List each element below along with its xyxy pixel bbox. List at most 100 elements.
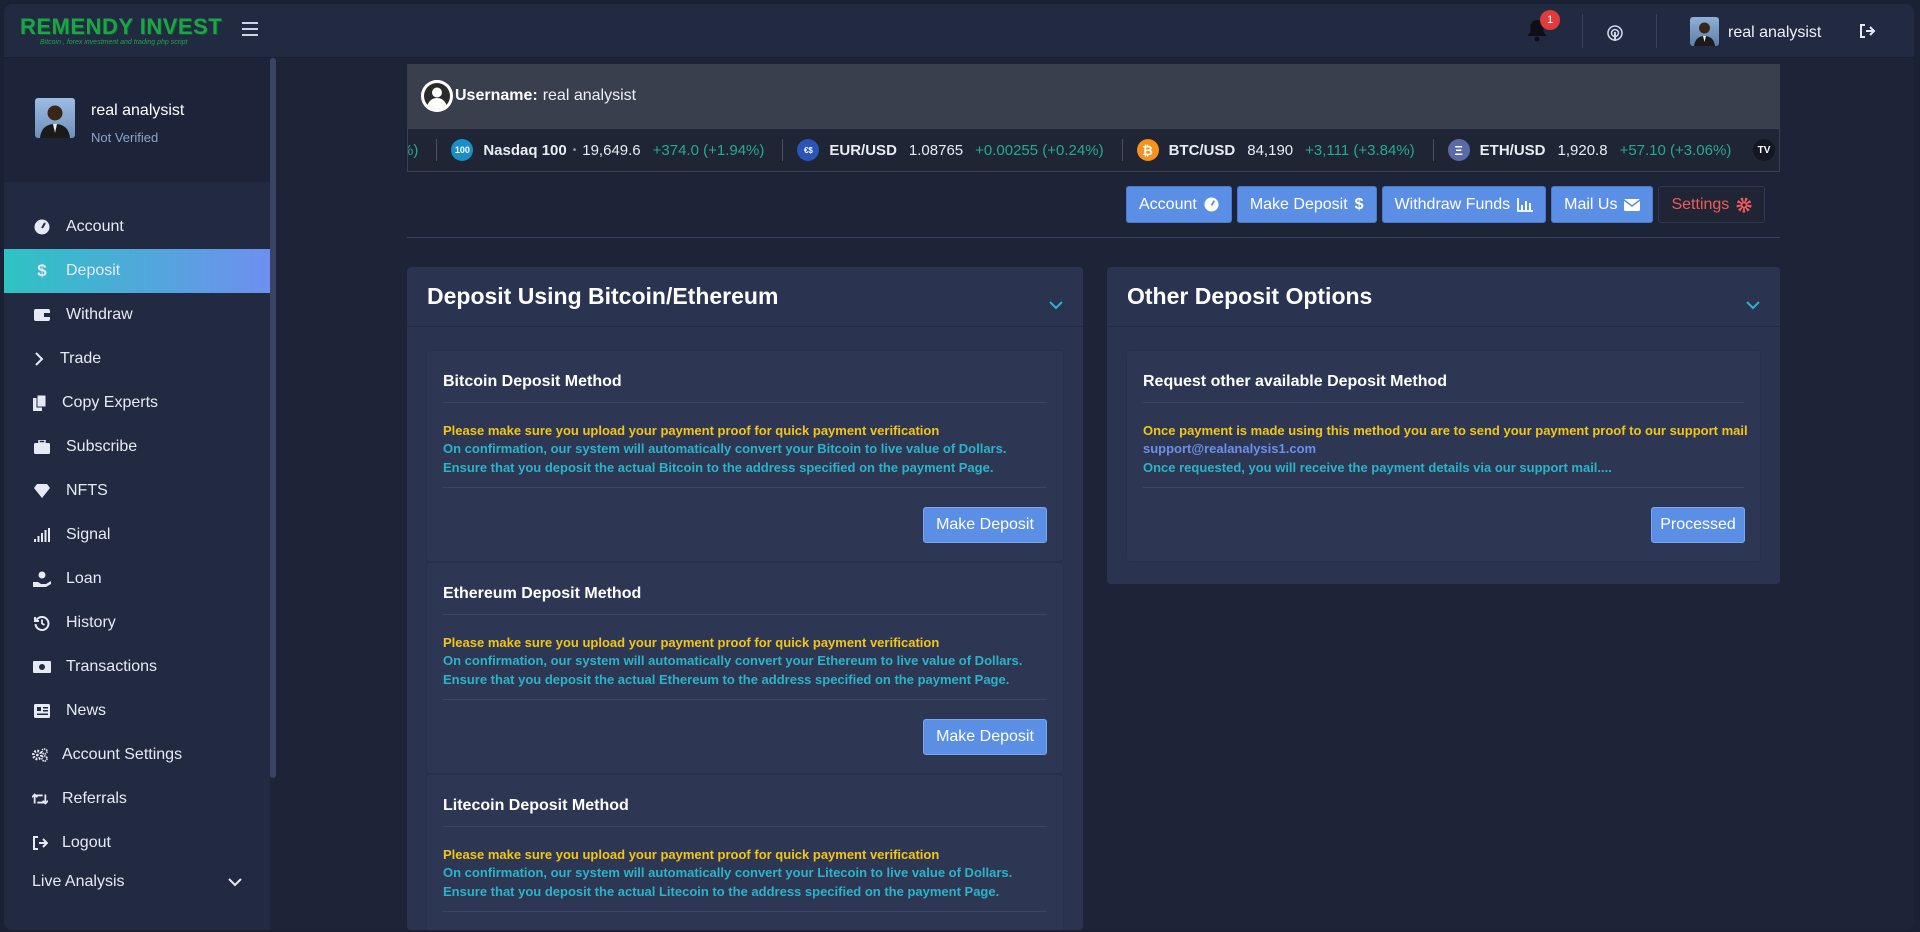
sidebar-item-label: Account Settings — [62, 746, 183, 763]
divider — [1143, 402, 1744, 403]
avatar[interactable] — [1690, 17, 1719, 46]
ticker-item[interactable]: 100 Nasdaq 100 • 19,649.6 +374.0 (+1.94%… — [451, 139, 764, 161]
sidebar-item-transactions[interactable]: Transactions — [4, 645, 270, 689]
username-value: real analysist — [542, 87, 637, 104]
sidebar: real analysist Not Verified Account $ De… — [4, 58, 270, 930]
sidebar-item-account[interactable]: Account — [4, 205, 270, 249]
sidebar-item-news[interactable]: News — [4, 689, 270, 733]
signal-bars-icon — [32, 525, 52, 545]
method-description: Once requested, you will receive the pay… — [1143, 460, 1612, 475]
dollar-sign-icon: $ — [37, 261, 47, 280]
profile-name: real analysist — [91, 102, 185, 119]
divider — [443, 699, 1047, 700]
sidebar-profile: real analysist Not Verified — [4, 58, 270, 182]
sidebar-item-signal[interactable]: Signal — [4, 513, 270, 557]
notification-count-badge: 1 — [1540, 10, 1560, 30]
divider — [1432, 139, 1434, 161]
litecoin-deposit-method: Litecoin Deposit Method Please make sure… — [427, 775, 1063, 930]
tradingview-logo-icon[interactable]: TV — [1753, 139, 1775, 161]
ticker-item[interactable]: ₿ BTC/USD 84,190 +3,111 (+3.84%) — [1136, 139, 1415, 161]
ticker-change: +57.10 (+3.06%) — [1619, 141, 1732, 159]
top-navbar: REMENDY INVEST Bitcoin , forex investmen… — [4, 4, 1914, 58]
dashboard-gauge-icon — [1204, 197, 1219, 212]
card-header: Deposit Using Bitcoin/Ethereum — [407, 267, 1083, 327]
hand-holding-dollar-icon — [32, 569, 52, 589]
live-analysis-toggle[interactable]: Live Analysis — [4, 860, 270, 904]
chevron-down-icon[interactable] — [1746, 289, 1760, 316]
price-ticker[interactable]: %) 100 Nasdaq 100 • 19,649.6 +374.0 (+1.… — [407, 128, 1780, 172]
card-title: Other Deposit Options — [1127, 283, 1373, 309]
ticker-symbol: Nasdaq 100 — [483, 141, 567, 159]
mail-us-button[interactable]: Mail Us — [1551, 186, 1654, 223]
app-window: REMENDY INVEST Bitcoin , forex investmen… — [4, 4, 1914, 930]
eur-usd-flag-icon: €$ — [797, 139, 820, 161]
bar-chart-icon — [1517, 197, 1534, 212]
request-deposit-method: Request other available Deposit Method O… — [1127, 351, 1760, 561]
gear-icon — [1736, 197, 1752, 213]
divider — [1121, 139, 1123, 161]
logout-icon[interactable] — [1858, 22, 1876, 45]
briefcase-icon — [32, 437, 52, 457]
topbar-user-name[interactable]: real analysist — [1728, 24, 1821, 42]
sidebar-item-history[interactable]: History — [4, 601, 270, 645]
nasdaq-icon: 100 — [451, 139, 474, 161]
make-deposit-button[interactable]: Make Deposit — [923, 719, 1047, 755]
copy-icon — [32, 393, 48, 413]
sidebar-item-label: Transactions — [66, 658, 157, 675]
divider — [407, 237, 1780, 238]
sidebar-scrollbar[interactable] — [270, 58, 276, 778]
sidebar-item-referrals[interactable]: Referrals — [4, 777, 270, 821]
money-bill-icon — [32, 657, 52, 677]
sidebar-item-label: Loan — [66, 570, 102, 587]
warning-text: Please make sure you upload your payment… — [443, 635, 940, 650]
ticker-item[interactable]: %) — [408, 142, 418, 159]
divider — [1143, 487, 1744, 488]
broadcast-icon[interactable] — [1606, 24, 1624, 47]
brand-logo[interactable]: REMENDY INVEST Bitcoin , forex investmen… — [20, 16, 222, 47]
button-label: Mail Us — [1564, 195, 1618, 213]
button-label: Account — [1139, 195, 1197, 213]
sign-out-icon — [32, 833, 48, 853]
cogs-icon — [32, 745, 48, 765]
sidebar-item-label: Copy Experts — [62, 394, 159, 411]
sidebar-item-deposit[interactable]: $ Deposit — [4, 249, 270, 293]
sidebar-item-label: Withdraw — [66, 306, 133, 323]
button-label: Withdraw Funds — [1394, 195, 1511, 213]
sidebar-item-logout[interactable]: Logout — [4, 821, 270, 865]
account-button[interactable]: Account — [1126, 186, 1232, 223]
ticker-price: 1,920.8 — [1557, 141, 1608, 159]
dollar-sign-icon: $ — [1354, 195, 1364, 213]
sidebar-item-loan[interactable]: Loan — [4, 557, 270, 601]
ticker-item[interactable]: Ξ ETH/USD 1,920.8 +57.10 (+3.06%) — [1447, 139, 1732, 161]
make-deposit-button[interactable]: Make Deposit — [923, 507, 1047, 543]
ticker-symbol: ETH/USD — [1479, 141, 1546, 159]
hamburger-menu-icon[interactable] — [242, 22, 258, 36]
bitcoin-deposit-method: Bitcoin Deposit Method Please make sure … — [427, 351, 1063, 561]
make-deposit-button[interactable]: Make Deposit $ — [1236, 186, 1377, 223]
processed-button[interactable]: Processed — [1651, 507, 1745, 543]
withdraw-funds-button[interactable]: Withdraw Funds — [1381, 186, 1547, 223]
sidebar-item-label: Trade — [60, 350, 102, 367]
warning-text: Once payment is made using this method y… — [1143, 423, 1748, 438]
ticker-dot: • — [572, 144, 577, 156]
support-email-link[interactable]: support@realanalysis1.com — [1143, 439, 1743, 458]
wallet-icon — [32, 305, 52, 325]
chevron-down-icon[interactable] — [1049, 289, 1063, 316]
sidebar-item-nfts[interactable]: NFTS — [4, 469, 270, 513]
newspaper-icon — [32, 701, 52, 721]
history-icon — [32, 613, 52, 633]
sidebar-item-subscribe[interactable]: Subscribe — [4, 425, 270, 469]
sidebar-item-trade[interactable]: Trade — [4, 337, 270, 381]
ethereum-deposit-method: Ethereum Deposit Method Please make sure… — [427, 563, 1063, 773]
settings-button[interactable]: Settings — [1658, 186, 1766, 223]
chevron-down-icon — [228, 874, 242, 892]
sidebar-item-account-settings[interactable]: Account Settings — [4, 733, 270, 777]
warning-text: Please make sure you upload your payment… — [443, 847, 940, 862]
ticker-price: 84,190 — [1247, 141, 1294, 159]
sidebar-item-withdraw[interactable]: Withdraw — [4, 293, 270, 337]
ticker-item[interactable]: €$ EUR/USD 1.08765 +0.00255 (+0.24%) — [797, 139, 1104, 161]
sidebar-item-copy-experts[interactable]: Copy Experts — [4, 381, 270, 425]
method-title: Litecoin Deposit Method — [443, 797, 629, 814]
divider — [1582, 14, 1583, 48]
sidebar-item-label: News — [66, 702, 107, 719]
